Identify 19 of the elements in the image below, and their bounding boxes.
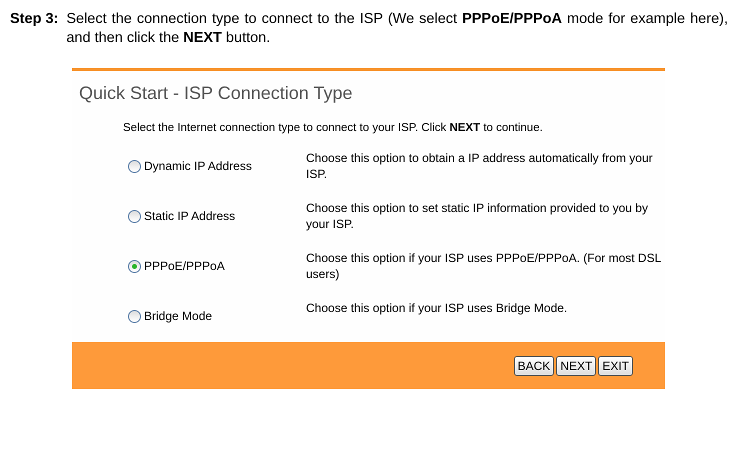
- radio-button[interactable]: [128, 210, 141, 222]
- option-description: Choose this option if your ISP uses PPPoE/PPPoA. (For most DSL users): [306, 250, 662, 283]
- radio-button[interactable]: [128, 310, 141, 322]
- panel-title: Quick Start - ISP Connection Type: [79, 83, 354, 104]
- wizard-button[interactable]: NEXT: [556, 356, 596, 376]
- radio-button[interactable]: [128, 260, 141, 272]
- option-label[interactable]: PPPoE/PPPoA: [144, 259, 225, 273]
- step-label: Step 3:: [10, 10, 58, 29]
- option-description: Choose this option to set static IP information provided to you by your ISP.: [306, 200, 649, 233]
- wizard-button[interactable]: BACK: [514, 356, 554, 376]
- option-label[interactable]: Static IP Address: [144, 209, 236, 223]
- option-label[interactable]: Bridge Mode: [144, 309, 212, 323]
- option-description: Choose this option to obtain a IP address automatically from your ISP.: [306, 150, 654, 183]
- option-label[interactable]: Dynamic IP Address: [144, 159, 252, 173]
- wizard-button[interactable]: EXIT: [598, 356, 633, 376]
- step-text: Select the connection type to connect to the ISP (We select PPPoE/PPPoA mode for example here), and then click the NEXT button.: [66, 10, 728, 48]
- radio-button[interactable]: [128, 160, 141, 172]
- option-description: Choose this option if your ISP uses Bridge Mode.: [306, 300, 568, 317]
- intro-text: Select the Internet connection type to connect to your ISP. Click NEXT to continue.: [123, 122, 544, 134]
